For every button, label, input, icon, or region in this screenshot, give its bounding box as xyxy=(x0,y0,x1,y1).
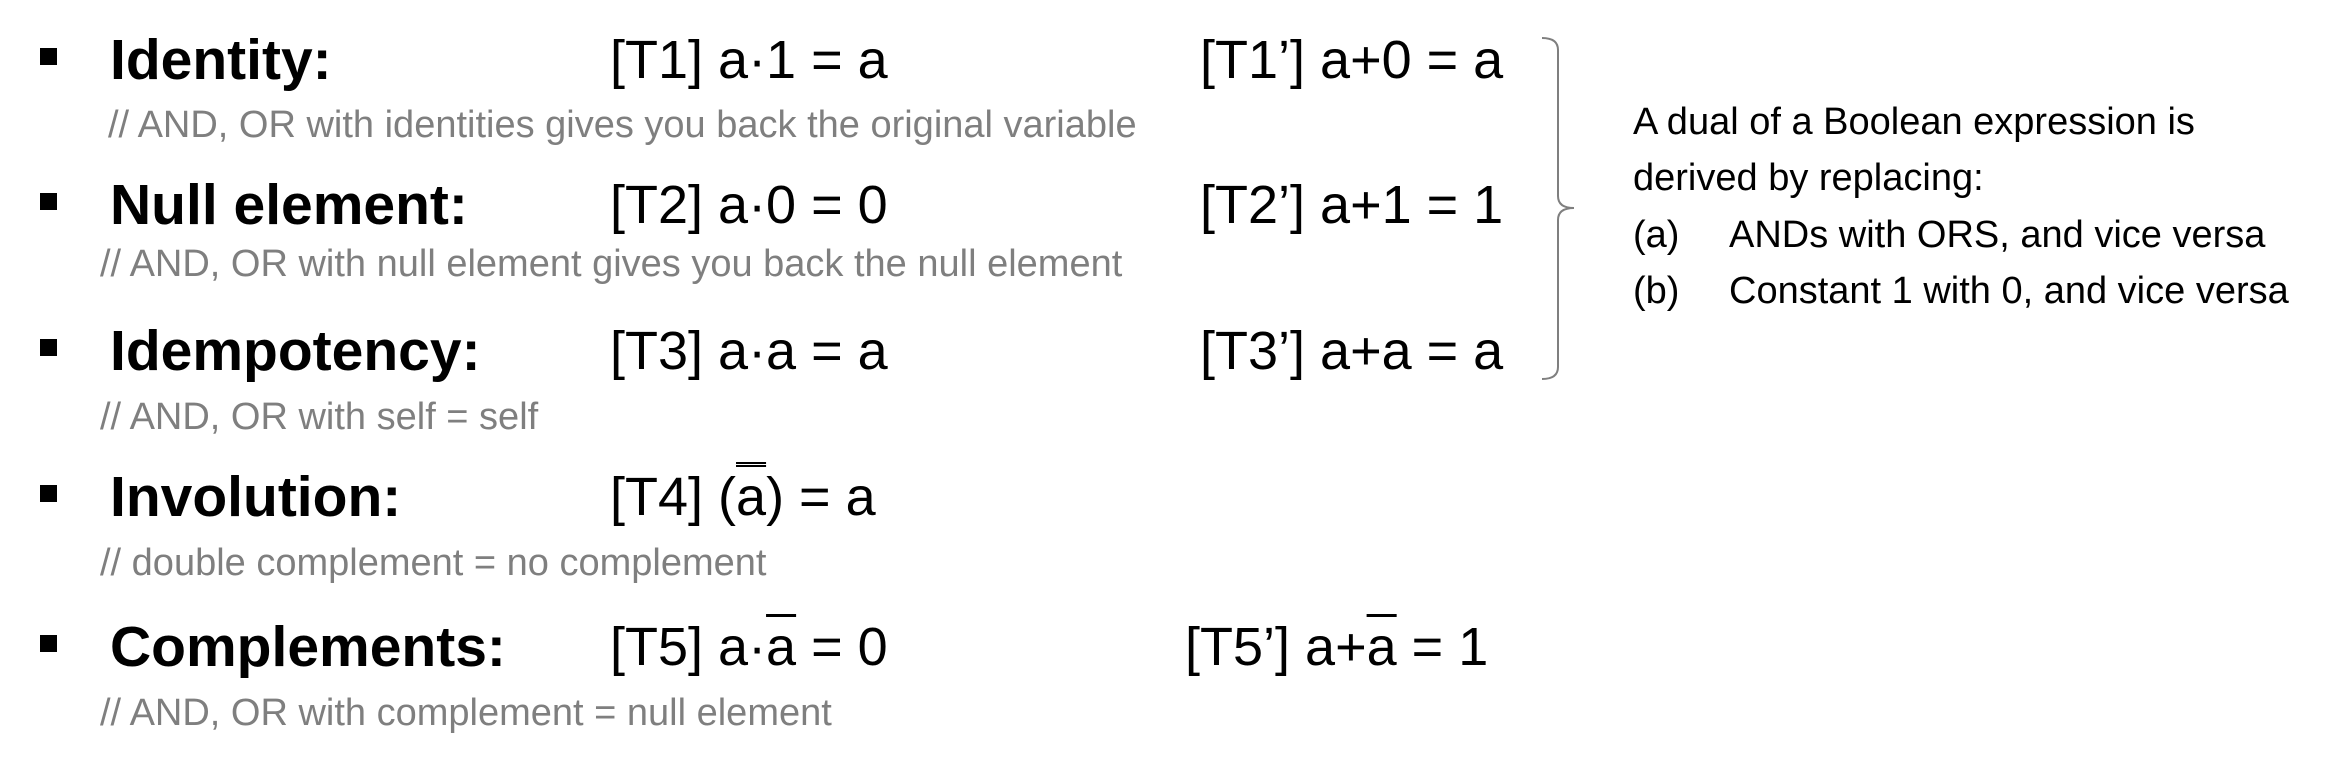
law-label: [T3] xyxy=(610,321,719,381)
bullet-icon xyxy=(40,48,57,65)
law-label: [T3’] xyxy=(1200,321,1321,381)
law-label: [T2’] xyxy=(1200,175,1321,235)
law-t5: [T5] a·a = 0 xyxy=(610,620,888,674)
term-complements: Complements: xyxy=(110,615,506,679)
law-t3: [T3] a·a = a xyxy=(610,324,888,378)
law-label: [T1’] xyxy=(1200,30,1321,90)
law-expression: a·0 = 0 xyxy=(718,175,888,235)
term-null-element: Null element: xyxy=(110,173,468,237)
dual-note-line-1: A dual of a Boolean expression is xyxy=(1633,101,2195,143)
bullet-icon xyxy=(40,635,57,652)
comment-identity: // AND, OR with identities gives you bac… xyxy=(108,104,1137,146)
law-expression-suffix: = 0 xyxy=(796,617,888,677)
law-label: [T5] xyxy=(610,617,719,677)
double-bar-variable: a xyxy=(736,467,767,527)
law-expression-suffix: ) = a xyxy=(766,467,876,527)
comment-null-element: // AND, OR with null element gives you b… xyxy=(100,243,1123,285)
law-expression: a+1 = 1 xyxy=(1320,175,1504,235)
dual-note-item-a: ANDs with ORS, and vice versa xyxy=(1729,214,2266,256)
comment-involution: // double complement = no complement xyxy=(100,542,767,584)
law-expression: a·1 = a xyxy=(718,30,888,90)
term-involution: Involution: xyxy=(110,465,402,529)
complement-variable: a xyxy=(766,617,797,677)
dual-note-line-2: derived by replacing: xyxy=(1633,157,1984,199)
complement-variable: a xyxy=(1366,617,1397,677)
dual-note-marker-a: (a) xyxy=(1633,214,1680,256)
law-expression: a+0 = a xyxy=(1320,30,1504,90)
comment-complements: // AND, OR with complement = null elemen… xyxy=(100,692,832,734)
law-t2: [T2] a·0 = 0 xyxy=(610,178,888,232)
law-label: [T5’] xyxy=(1185,617,1306,677)
bullet-icon xyxy=(40,193,57,210)
bullet-icon xyxy=(40,339,57,356)
law-t4: [T4] (a) = a xyxy=(610,470,876,524)
right-brace-icon xyxy=(1541,37,1575,380)
law-t1: [T1] a·1 = a xyxy=(610,33,888,87)
law-t1-dual: [T1’] a+0 = a xyxy=(1200,33,1503,87)
law-t3-dual: [T3’] a+a = a xyxy=(1200,324,1503,378)
law-label: [T1] xyxy=(610,30,719,90)
law-expression-suffix: = 1 xyxy=(1396,617,1489,677)
law-expression: a+a = a xyxy=(1320,321,1504,381)
term-idempotency: Idempotency: xyxy=(110,319,481,383)
law-expression-prefix: a· xyxy=(718,617,767,677)
law-expression-prefix: ( xyxy=(718,467,737,527)
dual-note-item-b: Constant 1 with 0, and vice versa xyxy=(1729,270,2289,312)
law-expression: a·a = a xyxy=(718,321,888,381)
law-expression-prefix: a+ xyxy=(1305,617,1367,677)
law-t5-dual: [T5’] a+a = 1 xyxy=(1185,620,1488,674)
law-label: [T2] xyxy=(610,175,719,235)
dual-note-marker-b: (b) xyxy=(1633,270,1680,312)
term-identity: Identity: xyxy=(110,28,332,92)
law-label: [T4] xyxy=(610,467,719,527)
law-t2-dual: [T2’] a+1 = 1 xyxy=(1200,178,1503,232)
comment-idempotency: // AND, OR with self = self xyxy=(100,396,539,438)
bullet-icon xyxy=(40,485,57,502)
